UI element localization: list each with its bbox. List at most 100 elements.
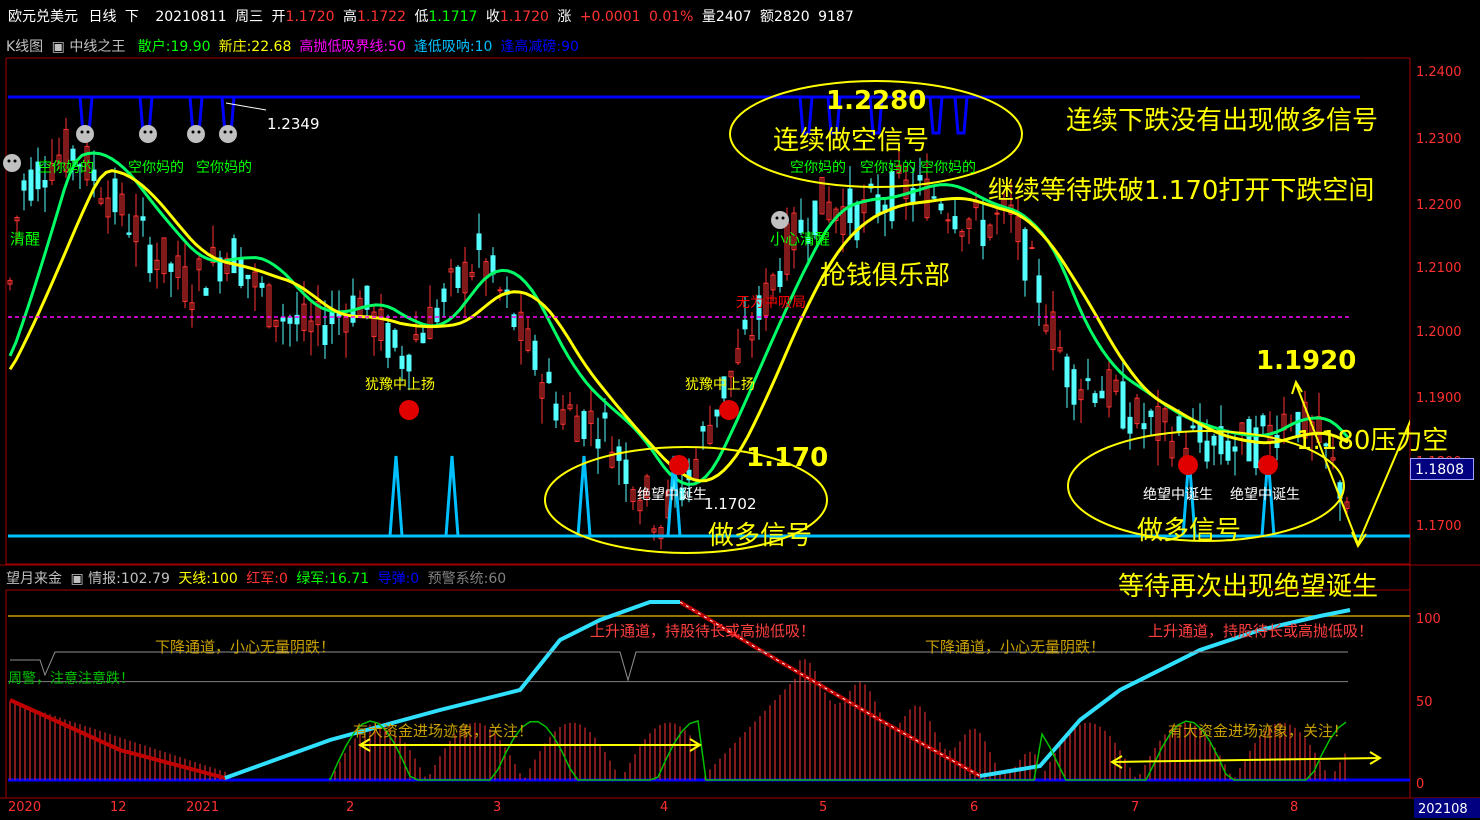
time-tick: 2020 (8, 800, 42, 815)
buy-marker-icon (719, 400, 739, 420)
price-1170-annotation: 1.170 (746, 443, 829, 473)
sub-indicator-name[interactable]: 望月来金 (6, 571, 62, 587)
lvjun-label: 绿军: (296, 571, 330, 587)
candle-down (287, 317, 293, 324)
candle-down (938, 203, 944, 211)
smiley-eye (781, 216, 785, 220)
peak-price-annotation: 1.2280 (826, 86, 927, 116)
time-axis-end-label: 202108 (1418, 802, 1468, 817)
price-tick: 1.2400 (1416, 65, 1462, 80)
candle-down (21, 180, 27, 191)
down-channel-label-2: 下降通道，小心无量阴跌！ (925, 638, 1106, 656)
youyu-label-2: 犹豫中上扬 (685, 377, 755, 393)
candle-down (1127, 416, 1133, 434)
candle-down (1204, 440, 1210, 462)
candle-down (280, 317, 286, 322)
smiley-eye (13, 159, 17, 163)
down-channel-label-1: 下降通道，小心无量阴跌！ (155, 638, 336, 656)
smiley-icon (3, 154, 21, 172)
smiley-icon (139, 125, 157, 143)
red-trend-line (9, 698, 226, 780)
candle-down (42, 180, 48, 188)
candle-down (1232, 446, 1238, 452)
candle-down (1064, 356, 1070, 388)
kong-signal-label-4: 空你妈的 (790, 160, 846, 176)
candle-down (546, 371, 552, 384)
smiley-eye (775, 216, 779, 220)
candle-down (1141, 423, 1147, 430)
price-tick: 1.2300 (1416, 132, 1462, 147)
candle-down (854, 203, 860, 241)
smiley-eye (229, 130, 233, 134)
candle-down (581, 411, 587, 440)
info-label: 情报: (88, 571, 121, 587)
sub-tick-0: 0 (1416, 777, 1425, 792)
candle-down (392, 329, 398, 348)
tianxian-label: 天线: (178, 571, 212, 587)
yujing-label: 预警系统: (427, 571, 489, 587)
time-tick: 6 (970, 800, 979, 815)
candle-up (497, 289, 503, 292)
tianxian-value: 100 (211, 571, 238, 587)
smiley-icon (219, 125, 237, 143)
time-tick: 2021 (186, 800, 220, 815)
warning-label: 周警，注意注意跌！ (8, 671, 134, 687)
current-price-badge: 1.1808 (1410, 458, 1474, 480)
funds-label-1: 有大资金进场迹象，关注！ (353, 722, 534, 740)
candle-down (238, 257, 244, 286)
wait-again-annotation: 等待再次出现绝望诞生 (1118, 572, 1379, 602)
candle-down (980, 219, 986, 247)
price-tick: 1.2000 (1416, 325, 1462, 340)
club-annotation: 抢钱俱乐部 (820, 261, 951, 291)
yujing-value: 60 (488, 571, 507, 587)
funds-label-2: 有大资金进场迹象，关注！ (1168, 722, 1349, 740)
low-value-label: 1.1702 (704, 495, 757, 513)
smiley-icon (76, 125, 94, 143)
candle-down (322, 325, 328, 345)
smiley-eye (197, 130, 201, 134)
candle-down (112, 178, 118, 213)
sub-indicator-dropdown-icon[interactable]: ▣ (70, 571, 83, 587)
smiley-eye (149, 130, 153, 134)
time-tick: 2 (346, 800, 355, 815)
time-tick: 12 (110, 800, 127, 815)
price-tick: 1.2100 (1416, 261, 1462, 276)
smiley-eye (86, 130, 90, 134)
candle-down (1036, 275, 1042, 303)
candle-down (1085, 378, 1091, 382)
short-signal-spike (953, 96, 969, 135)
wait-break-annotation: 继续等待跌破1.170打开下跌空间 (988, 176, 1375, 206)
buy-marker-icon (399, 400, 419, 420)
smiley-eye (223, 130, 227, 134)
qingxing-label: 清醒 (10, 230, 41, 248)
candle-down (203, 287, 209, 296)
top-right-annotation: 连续下跌没有出现做多信号 (1066, 106, 1379, 136)
candle-down (553, 403, 559, 421)
candle-down (714, 409, 720, 417)
smiley-icon (187, 125, 205, 143)
candle-down (1176, 416, 1182, 433)
candle-up (1029, 247, 1035, 250)
price-1192-annotation: 1.1920 (1256, 346, 1357, 376)
candle-down (952, 216, 958, 230)
candle-down (399, 355, 405, 369)
candle-down (602, 412, 608, 419)
buy-marker-icon (669, 455, 689, 475)
candle-down (28, 169, 34, 201)
smiley-icon (771, 211, 789, 229)
xiaoxin-label: 小心清醒 (770, 230, 831, 248)
candle-down (126, 232, 132, 235)
current-price-value: 1.1808 (1415, 462, 1464, 478)
candle-down (476, 233, 482, 251)
long-signal-annotation-1: 做多信号 (708, 521, 813, 551)
smiley-eye (191, 130, 195, 134)
wuwei-label: 无为中吸局 (736, 295, 806, 311)
candle-down (455, 266, 461, 289)
candle-down (1022, 229, 1028, 281)
candle-up (945, 219, 951, 222)
candle-down (147, 244, 153, 274)
short-signal-spike (928, 96, 944, 135)
kong-signal-label-5: 空你妈的 (860, 160, 916, 176)
daodan-label: 导弹: (377, 571, 411, 587)
candle-down (742, 319, 748, 330)
